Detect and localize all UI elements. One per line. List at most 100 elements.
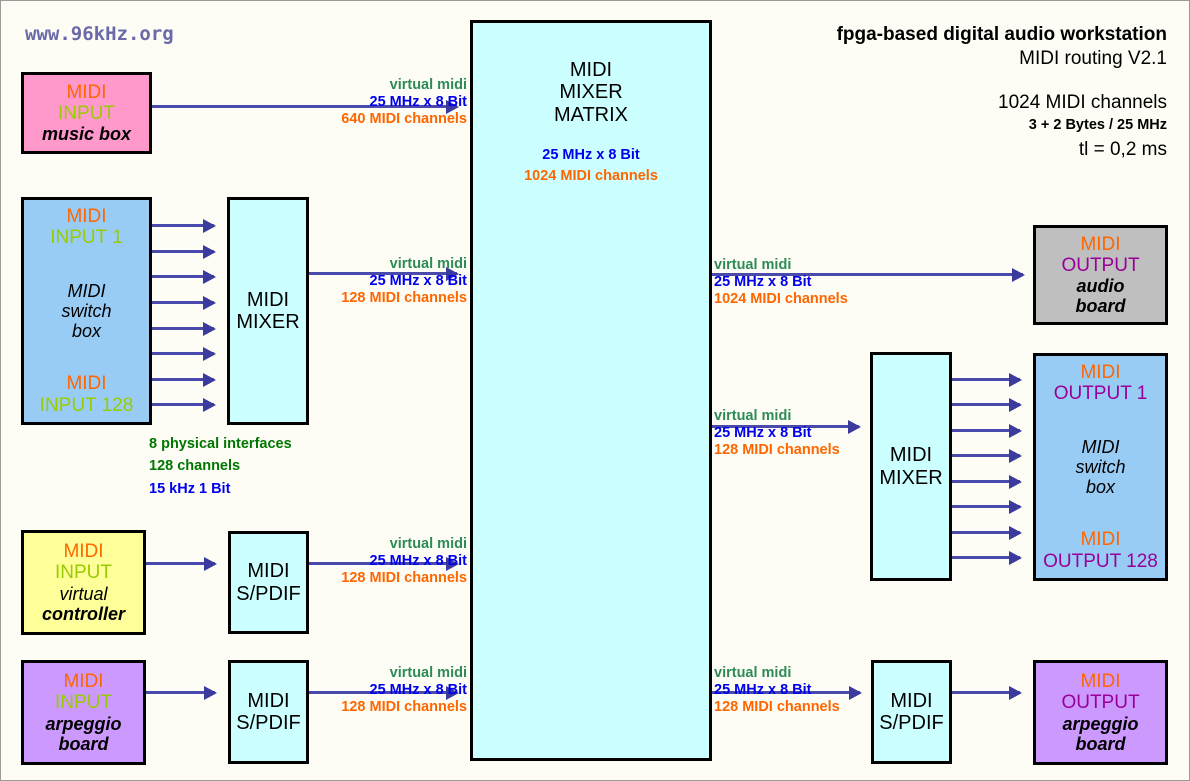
link-switchbox-to-mixer-7 (152, 378, 214, 381)
box-input-arpeggio-board[interactable]: MIDI INPUT arpeggio board (21, 660, 146, 765)
link-mixer-right-to-output-8 (952, 556, 1020, 559)
note-physical-interfaces: 8 physical interfaces 128 channels 15 kH… (149, 433, 292, 500)
box-label-io: INPUT (58, 102, 115, 124)
link-label-matrix-to-mixer: virtual midi 25 MHz x 8 Bit 128 MIDI cha… (714, 408, 1014, 459)
link-label-rate: 25 MHz x 8 Bit (369, 553, 468, 570)
link-mixer-right-to-output-1 (952, 378, 1020, 381)
box-label-io: OUTPUT (1061, 692, 1140, 714)
box-output-arpeggio-board[interactable]: MIDI OUTPUT arpeggio board (1033, 660, 1168, 765)
link-switchbox-to-mixer-6 (152, 352, 214, 355)
matrix-rate: 25 MHz x 8 Bit (542, 147, 640, 164)
link-label-channels: 128 MIDI channels (341, 699, 467, 716)
box-label-name2: board (58, 733, 109, 754)
box-label-name2: board (1075, 733, 1126, 754)
box-label-name2: board (1075, 296, 1126, 317)
box-midi-mixer-matrix[interactable]: MIDI MIXER MATRIX 25 MHz x 8 Bit 1024 MI… (470, 20, 712, 761)
link-label-virtual-midi: virtual midi (714, 408, 792, 424)
header-channels: 1024 MIDI channels (998, 91, 1167, 113)
box-label-name2: switch (1075, 456, 1126, 477)
box-label-io-top: INPUT 1 (50, 227, 123, 249)
box-label-midi: MIDI (1080, 233, 1121, 255)
link-spdif-right-to-arpeggio-output (952, 691, 1020, 694)
header-block: fpga-based digital audio workstation MID… (837, 23, 1167, 164)
link-label-music-to-matrix: virtual midi 25 MHz x 8 Bit 640 MIDI cha… (251, 77, 467, 128)
link-label-mixer-to-matrix: virtual midi 25 MHz x 8 Bit 128 MIDI cha… (251, 256, 467, 307)
link-label-virtual-midi: virtual midi (714, 665, 792, 681)
box-label-midi-top: MIDI (66, 206, 107, 227)
site-watermark: www.96kHz.org (25, 23, 174, 45)
link-mixer-right-to-output-5 (952, 480, 1020, 483)
box-label-io-bottom: OUTPUT 128 (1043, 550, 1158, 572)
link-arpeggio-to-spdif (146, 691, 215, 694)
box-label-name: music box (41, 124, 132, 145)
box-output-audio-board[interactable]: MIDI OUTPUT audio board (1033, 225, 1168, 325)
box-label-io-top: OUTPUT 1 (1053, 383, 1148, 405)
link-virtual-controller-to-spdif (146, 562, 215, 565)
box-input-midi-switch-box[interactable]: MIDI INPUT 1 MIDI switch box MIDI INPUT … (21, 197, 152, 425)
box-label-io: OUTPUT (1061, 254, 1140, 276)
link-label-rate: 25 MHz x 8 Bit (714, 425, 812, 442)
link-mixer-right-to-output-3 (952, 429, 1020, 432)
box-input-music-box[interactable]: MIDI INPUT music box (21, 72, 152, 154)
header-latency: tl = 0,2 ms (1078, 139, 1167, 161)
link-mixer-right-to-output-6 (952, 505, 1020, 508)
note-line-interfaces: 8 physical interfaces (149, 436, 292, 452)
diagram-canvas: www.96kHz.org fpga-based digital audio w… (0, 0, 1190, 781)
box-output-midi-switch-box[interactable]: MIDI OUTPUT 1 MIDI switch box MIDI OUTPU… (1033, 353, 1168, 581)
link-label-channels: 1024 MIDI channels (714, 291, 848, 308)
box-label-io: INPUT (55, 562, 112, 584)
box-label-name2: switch (61, 300, 112, 321)
link-switchbox-to-mixer-8 (152, 403, 214, 406)
box-mixer-left[interactable]: MIDI MIXER (227, 197, 309, 425)
box-label-line2: MIXER (236, 311, 300, 333)
header-bytes: 3 + 2 Bytes / 25 MHz (1028, 117, 1167, 134)
box-label-midi-top: MIDI (1080, 362, 1121, 383)
header-subtitle: MIDI routing V2.1 (1019, 47, 1167, 69)
matrix-label-line2: MIXER (559, 81, 623, 104)
box-label-name3: box (71, 321, 101, 342)
link-label-rate: 25 MHz x 8 Bit (369, 94, 468, 111)
link-label-channels: 128 MIDI channels (714, 699, 840, 716)
link-switchbox-to-mixer-4 (152, 301, 214, 304)
box-label-name1: arpeggio (1062, 713, 1139, 734)
box-label-name2: controller (41, 603, 125, 624)
link-label-virtual-midi: virtual midi (389, 77, 467, 93)
note-line-channels: 128 channels (149, 458, 241, 475)
box-label-midi: MIDI (1080, 671, 1121, 693)
link-mixer-right-to-output-2 (952, 403, 1020, 406)
matrix-channels: 1024 MIDI channels (524, 168, 658, 185)
box-label-io: INPUT (55, 692, 112, 714)
box-label-name1: arpeggio (45, 713, 122, 734)
box-input-virtual-controller[interactable]: MIDI INPUT virtual controller (21, 530, 146, 635)
link-switchbox-to-mixer-2 (152, 250, 214, 253)
link-label-rate: 25 MHz x 8 Bit (369, 682, 468, 699)
link-label-virtual-midi: virtual midi (714, 257, 792, 273)
link-label-matrix-to-audio: virtual midi 25 MHz x 8 Bit 1024 MIDI ch… (714, 257, 1014, 308)
link-label-channels: 128 MIDI channels (341, 290, 467, 307)
link-label-spdif1-to-matrix: virtual midi 25 MHz x 8 Bit 128 MIDI cha… (251, 536, 467, 587)
box-label-name1: MIDI (67, 280, 106, 301)
box-mixer-right[interactable]: MIDI MIXER (870, 352, 952, 581)
box-label-io-bottom: INPUT 128 (39, 394, 134, 416)
link-label-virtual-midi: virtual midi (389, 536, 467, 552)
box-label-name1: virtual (59, 583, 108, 604)
box-label-midi: MIDI (66, 81, 107, 103)
link-label-rate: 25 MHz x 8 Bit (714, 274, 812, 291)
note-line-rate: 15 kHz 1 Bit (149, 480, 231, 497)
link-label-spdif2-to-matrix: virtual midi 25 MHz x 8 Bit 128 MIDI cha… (251, 665, 467, 716)
link-mixer-right-to-output-7 (952, 531, 1020, 534)
link-label-channels: 640 MIDI channels (341, 111, 467, 128)
box-label-line2: MIXER (879, 466, 943, 489)
header-title: fpga-based digital audio workstation (836, 24, 1167, 45)
link-switchbox-to-mixer-5 (152, 327, 214, 330)
box-label-midi-bottom: MIDI (66, 373, 107, 395)
link-mixer-right-to-output-4 (952, 454, 1020, 457)
box-label-name1: MIDI (1081, 436, 1120, 457)
box-label-name3: box (1085, 477, 1115, 498)
box-label-midi-bottom: MIDI (1080, 529, 1121, 551)
box-label-name1: audio (1076, 276, 1125, 297)
link-switchbox-to-mixer-1 (152, 224, 214, 227)
matrix-label-line1: MIDI (569, 59, 613, 81)
link-label-virtual-midi: virtual midi (389, 665, 467, 681)
link-label-channels: 128 MIDI channels (341, 570, 467, 587)
